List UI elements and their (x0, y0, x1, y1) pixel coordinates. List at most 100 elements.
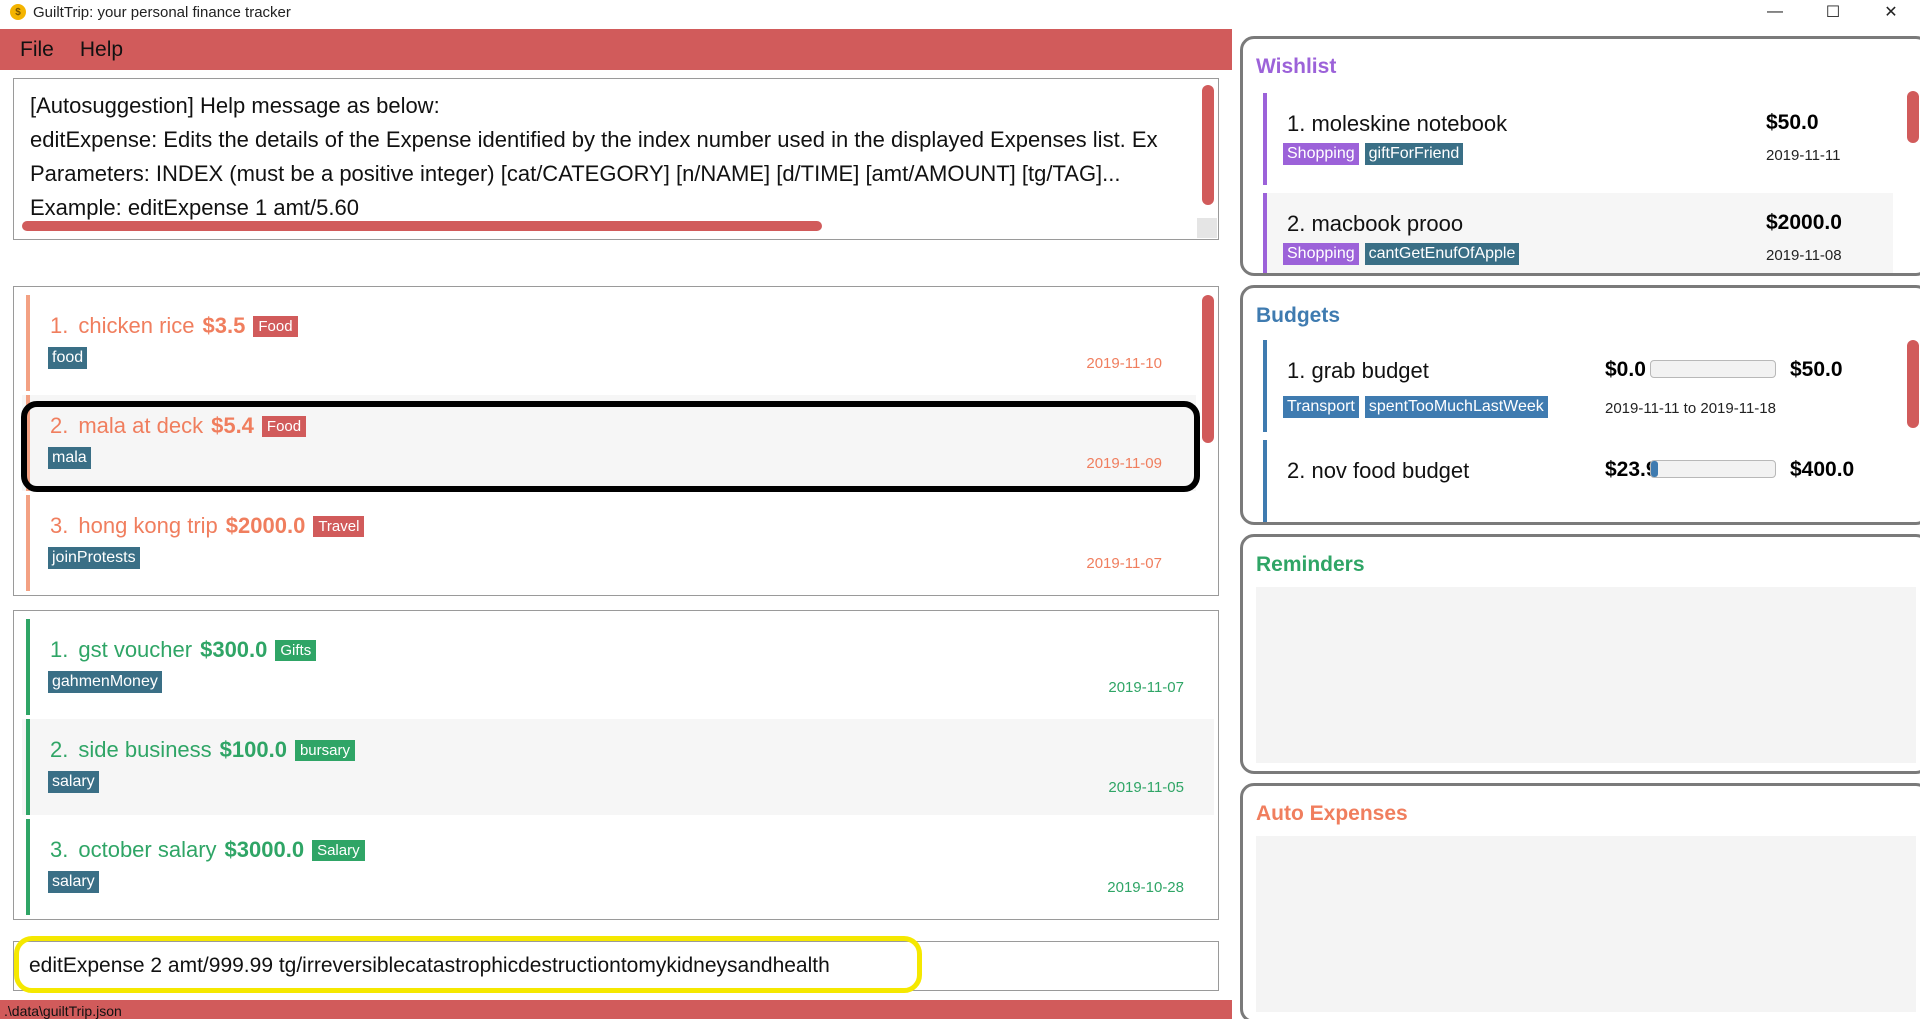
expense-card[interactable]: 3. hong kong trip $2000.0 Travel joinPro… (22, 495, 1196, 591)
tag-badge: salary (48, 771, 99, 793)
wish-date: 2019-11-11 (1766, 147, 1841, 164)
wish-name: 1. moleskine notebook (1287, 111, 1508, 136)
wishlist-scrollbar[interactable] (1907, 91, 1919, 143)
income-card[interactable]: 2. side business $100.0 bursary salary 2… (22, 719, 1214, 815)
wishlist-panel[interactable]: Wishlist 1. moleskine notebook $50.0 201… (1240, 36, 1920, 276)
expense-date: 2019-11-07 (1086, 555, 1162, 572)
budget-limit: $50.0 (1790, 358, 1843, 381)
wish-price: $2000.0 (1766, 211, 1842, 234)
income-index: 2. (50, 737, 69, 762)
card-accent-bar (26, 819, 30, 915)
card-accent-bar (1263, 340, 1267, 432)
income-date: 2019-10-28 (1107, 879, 1184, 896)
income-name-line: 2. side business $100.0 bursary (50, 737, 355, 763)
tag-badge: gahmenMoney (48, 671, 162, 693)
command-highlight (14, 936, 922, 993)
wish-price: $50.0 (1766, 111, 1819, 134)
selected-expense-highlight (21, 401, 1200, 492)
status-bar: .\data\guiltTrip.json (0, 1000, 1232, 1019)
expense-list-scrollbar[interactable] (1202, 295, 1214, 443)
maximize-icon[interactable]: ☐ (1804, 0, 1862, 24)
result-line: Parameters: INDEX (must be a positive in… (30, 161, 1121, 186)
menu-bar: File Help (0, 29, 1232, 70)
result-line: Example: editExpense 1 amt/5.60 (30, 195, 359, 220)
budget-limit: $400.0 (1790, 458, 1855, 481)
budgets-panel[interactable]: Budgets 1. grab budget $0.0 $50.0 Transp… (1240, 285, 1920, 525)
income-name-line: 1. gst voucher $300.0 Gifts (50, 637, 317, 663)
budgets-scrollbar[interactable] (1907, 340, 1919, 428)
result-line: [Autosuggestion] Help message as below: (30, 93, 440, 118)
minimize-icon[interactable]: — (1746, 0, 1804, 24)
budget-card[interactable]: 1. grab budget $0.0 $50.0 Transport spen… (1263, 340, 1893, 432)
income-card[interactable]: 3. october salary $3000.0 Salary salary … (22, 819, 1214, 915)
budget-spent: $0.0 (1605, 358, 1646, 381)
result-text: [Autosuggestion] Help message as below: … (30, 89, 1158, 225)
tag-badge: spentTooMuchLastWeek (1364, 396, 1548, 418)
category-badge: Food (253, 315, 298, 337)
income-date: 2019-11-05 (1108, 779, 1184, 796)
expense-amount: $3.5 (202, 313, 246, 338)
reminders-list (1256, 587, 1916, 763)
expense-name: chicken rice (78, 313, 195, 338)
result-line: editExpense: Edits the details of the Ex… (30, 127, 1158, 152)
auto-expenses-panel[interactable]: Auto Expenses (1240, 783, 1920, 1019)
reminders-title: Reminders (1256, 553, 1365, 576)
income-card[interactable]: 1. gst voucher $300.0 Gifts gahmenMoney … (22, 619, 1214, 715)
income-name: gst voucher (78, 637, 193, 662)
app-coin-icon: $ (10, 4, 26, 20)
income-name-line: 3. october salary $3000.0 Salary (50, 837, 365, 863)
expense-name: hong kong trip (78, 513, 218, 538)
budget-tags: Transport spentTooMuchLastWeek (1283, 396, 1548, 418)
card-accent-bar (26, 495, 30, 591)
card-accent-bar (1263, 440, 1267, 522)
income-amount: $300.0 (200, 637, 268, 662)
expense-name-line: 3. hong kong trip $2000.0 Travel (50, 513, 365, 539)
expense-amount: $2000.0 (225, 513, 306, 538)
card-accent-bar (26, 295, 30, 391)
tag-badge: cantGetEnufOfApple (1364, 243, 1520, 265)
tag-badge: giftForFriend (1364, 143, 1464, 165)
auto-expenses-title: Auto Expenses (1256, 802, 1408, 825)
expense-date: 2019-11-10 (1086, 355, 1162, 372)
budgets-title: Budgets (1256, 304, 1340, 327)
result-horizontal-scrollbar[interactable] (22, 221, 822, 231)
budget-progress-fill (1651, 461, 1659, 477)
window-title: GuiltTrip: your personal finance tracker (33, 3, 291, 21)
card-accent-bar (26, 719, 30, 815)
status-file-path: .\data\guiltTrip.json (4, 1003, 122, 1019)
income-name: october salary (78, 837, 217, 862)
budget-period: 2019-11-11 to 2019-11-18 (1605, 400, 1776, 417)
expense-card[interactable]: 1. chicken rice $3.5 Food food 2019-11-1… (22, 295, 1196, 391)
menu-help[interactable]: Help (80, 38, 123, 62)
category-badge: Shopping (1283, 243, 1359, 265)
wishlist-card[interactable]: 2. macbook prooo $2000.0 2019-11-08 Shop… (1263, 193, 1893, 273)
category-badge: Salary (312, 839, 365, 861)
scroll-corner (1197, 218, 1217, 238)
tag-badge: salary (48, 871, 99, 893)
card-accent-bar (1263, 193, 1267, 273)
menu-file[interactable]: File (20, 38, 54, 62)
card-accent-bar (1263, 93, 1267, 185)
budget-name: 2. nov food budget (1287, 458, 1470, 483)
category-badge: bursary (294, 739, 355, 761)
category-badge: Transport (1283, 396, 1359, 418)
income-list[interactable]: 1. gst voucher $300.0 Gifts gahmenMoney … (13, 610, 1219, 920)
category-badge: Gifts (275, 639, 317, 661)
budget-progress-bar (1650, 360, 1776, 378)
budget-card[interactable]: 2. nov food budget $23.9 $400.0 (1263, 440, 1893, 522)
close-icon[interactable]: ✕ (1862, 0, 1920, 24)
result-vertical-scrollbar[interactable] (1202, 85, 1214, 205)
wish-date: 2019-11-08 (1766, 247, 1842, 264)
result-display[interactable]: [Autosuggestion] Help message as below: … (13, 78, 1219, 240)
wish-tags: Shopping giftForFriend (1283, 143, 1464, 165)
expense-name-line: 1. chicken rice $3.5 Food (50, 313, 298, 339)
reminders-panel[interactable]: Reminders (1240, 534, 1920, 774)
category-badge: Shopping (1283, 143, 1359, 165)
wishlist-card[interactable]: 1. moleskine notebook $50.0 2019-11-11 S… (1263, 93, 1893, 185)
income-index: 1. (50, 637, 69, 662)
income-name: side business (78, 737, 212, 762)
card-accent-bar (26, 619, 30, 715)
auto-expenses-list (1256, 836, 1916, 1012)
income-index: 3. (50, 837, 69, 862)
wishlist-title: Wishlist (1256, 55, 1337, 78)
